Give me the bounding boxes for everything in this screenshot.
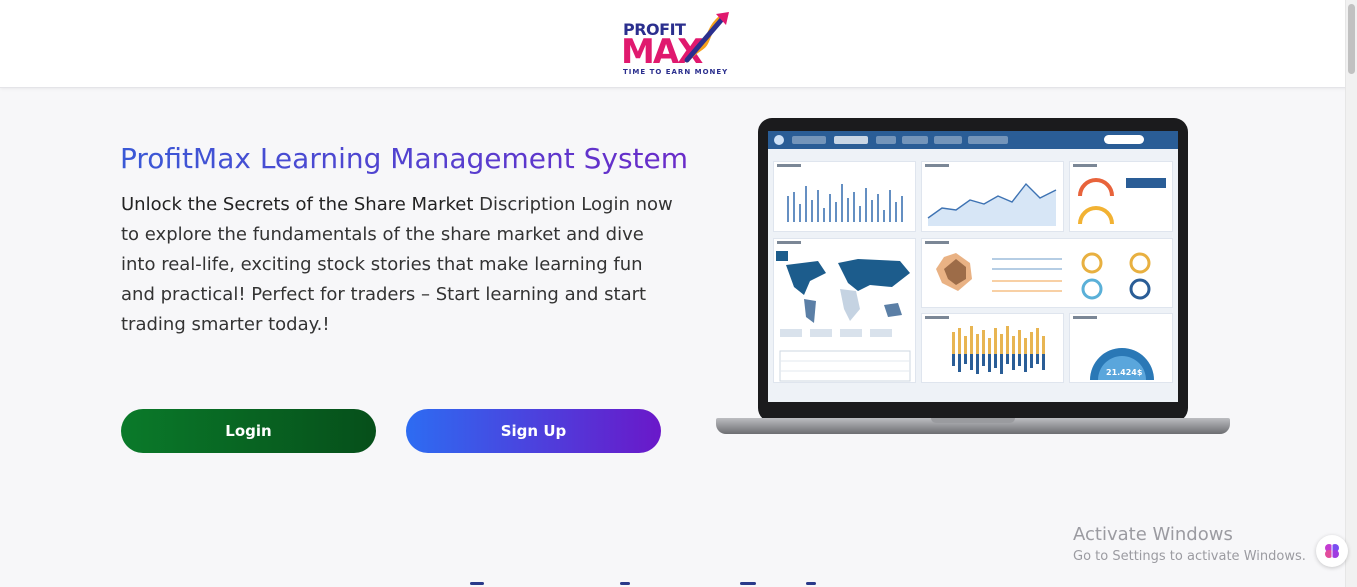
hero-description: Unlock the Secrets of the Share Market D… [121,190,681,340]
laptop-screen: 21.424$ [768,131,1178,402]
dashboard-nav [768,131,1178,149]
page-scrollbar[interactable] [1345,0,1357,587]
laptop-dashboard-image: 21.424$ [716,118,1230,438]
hero-description-bold: Unlock the Secrets of the Share Market [121,194,474,215]
hero-description-text: Discription Login now to explore the fun… [121,194,673,335]
site-header: PROFIT MAX TIME TO EARN MONEY [0,0,1357,88]
arrow-up-right-icon [684,12,729,63]
laptop-notch [931,418,1015,423]
laptop-lid: 21.424$ [758,118,1188,422]
assistant-floating-button[interactable] [1316,535,1348,567]
windows-activation-subtitle: Go to Settings to activate Windows. [1073,549,1306,564]
signup-button[interactable]: Sign Up [406,409,661,453]
hero-title: ProfitMax Learning Management System [120,142,689,175]
login-button[interactable]: Login [121,409,376,453]
windows-activation-title: Activate Windows [1073,524,1233,545]
logo-tagline: TIME TO EARN MONEY [623,68,729,76]
scrollbar-thumb[interactable] [1348,4,1355,74]
gauge-value: 21.424$ [1106,368,1143,377]
next-section-heading-peek [470,576,830,587]
profitmax-logo[interactable]: PROFIT MAX TIME TO EARN MONEY [619,10,733,80]
brain-icon [1325,544,1339,558]
